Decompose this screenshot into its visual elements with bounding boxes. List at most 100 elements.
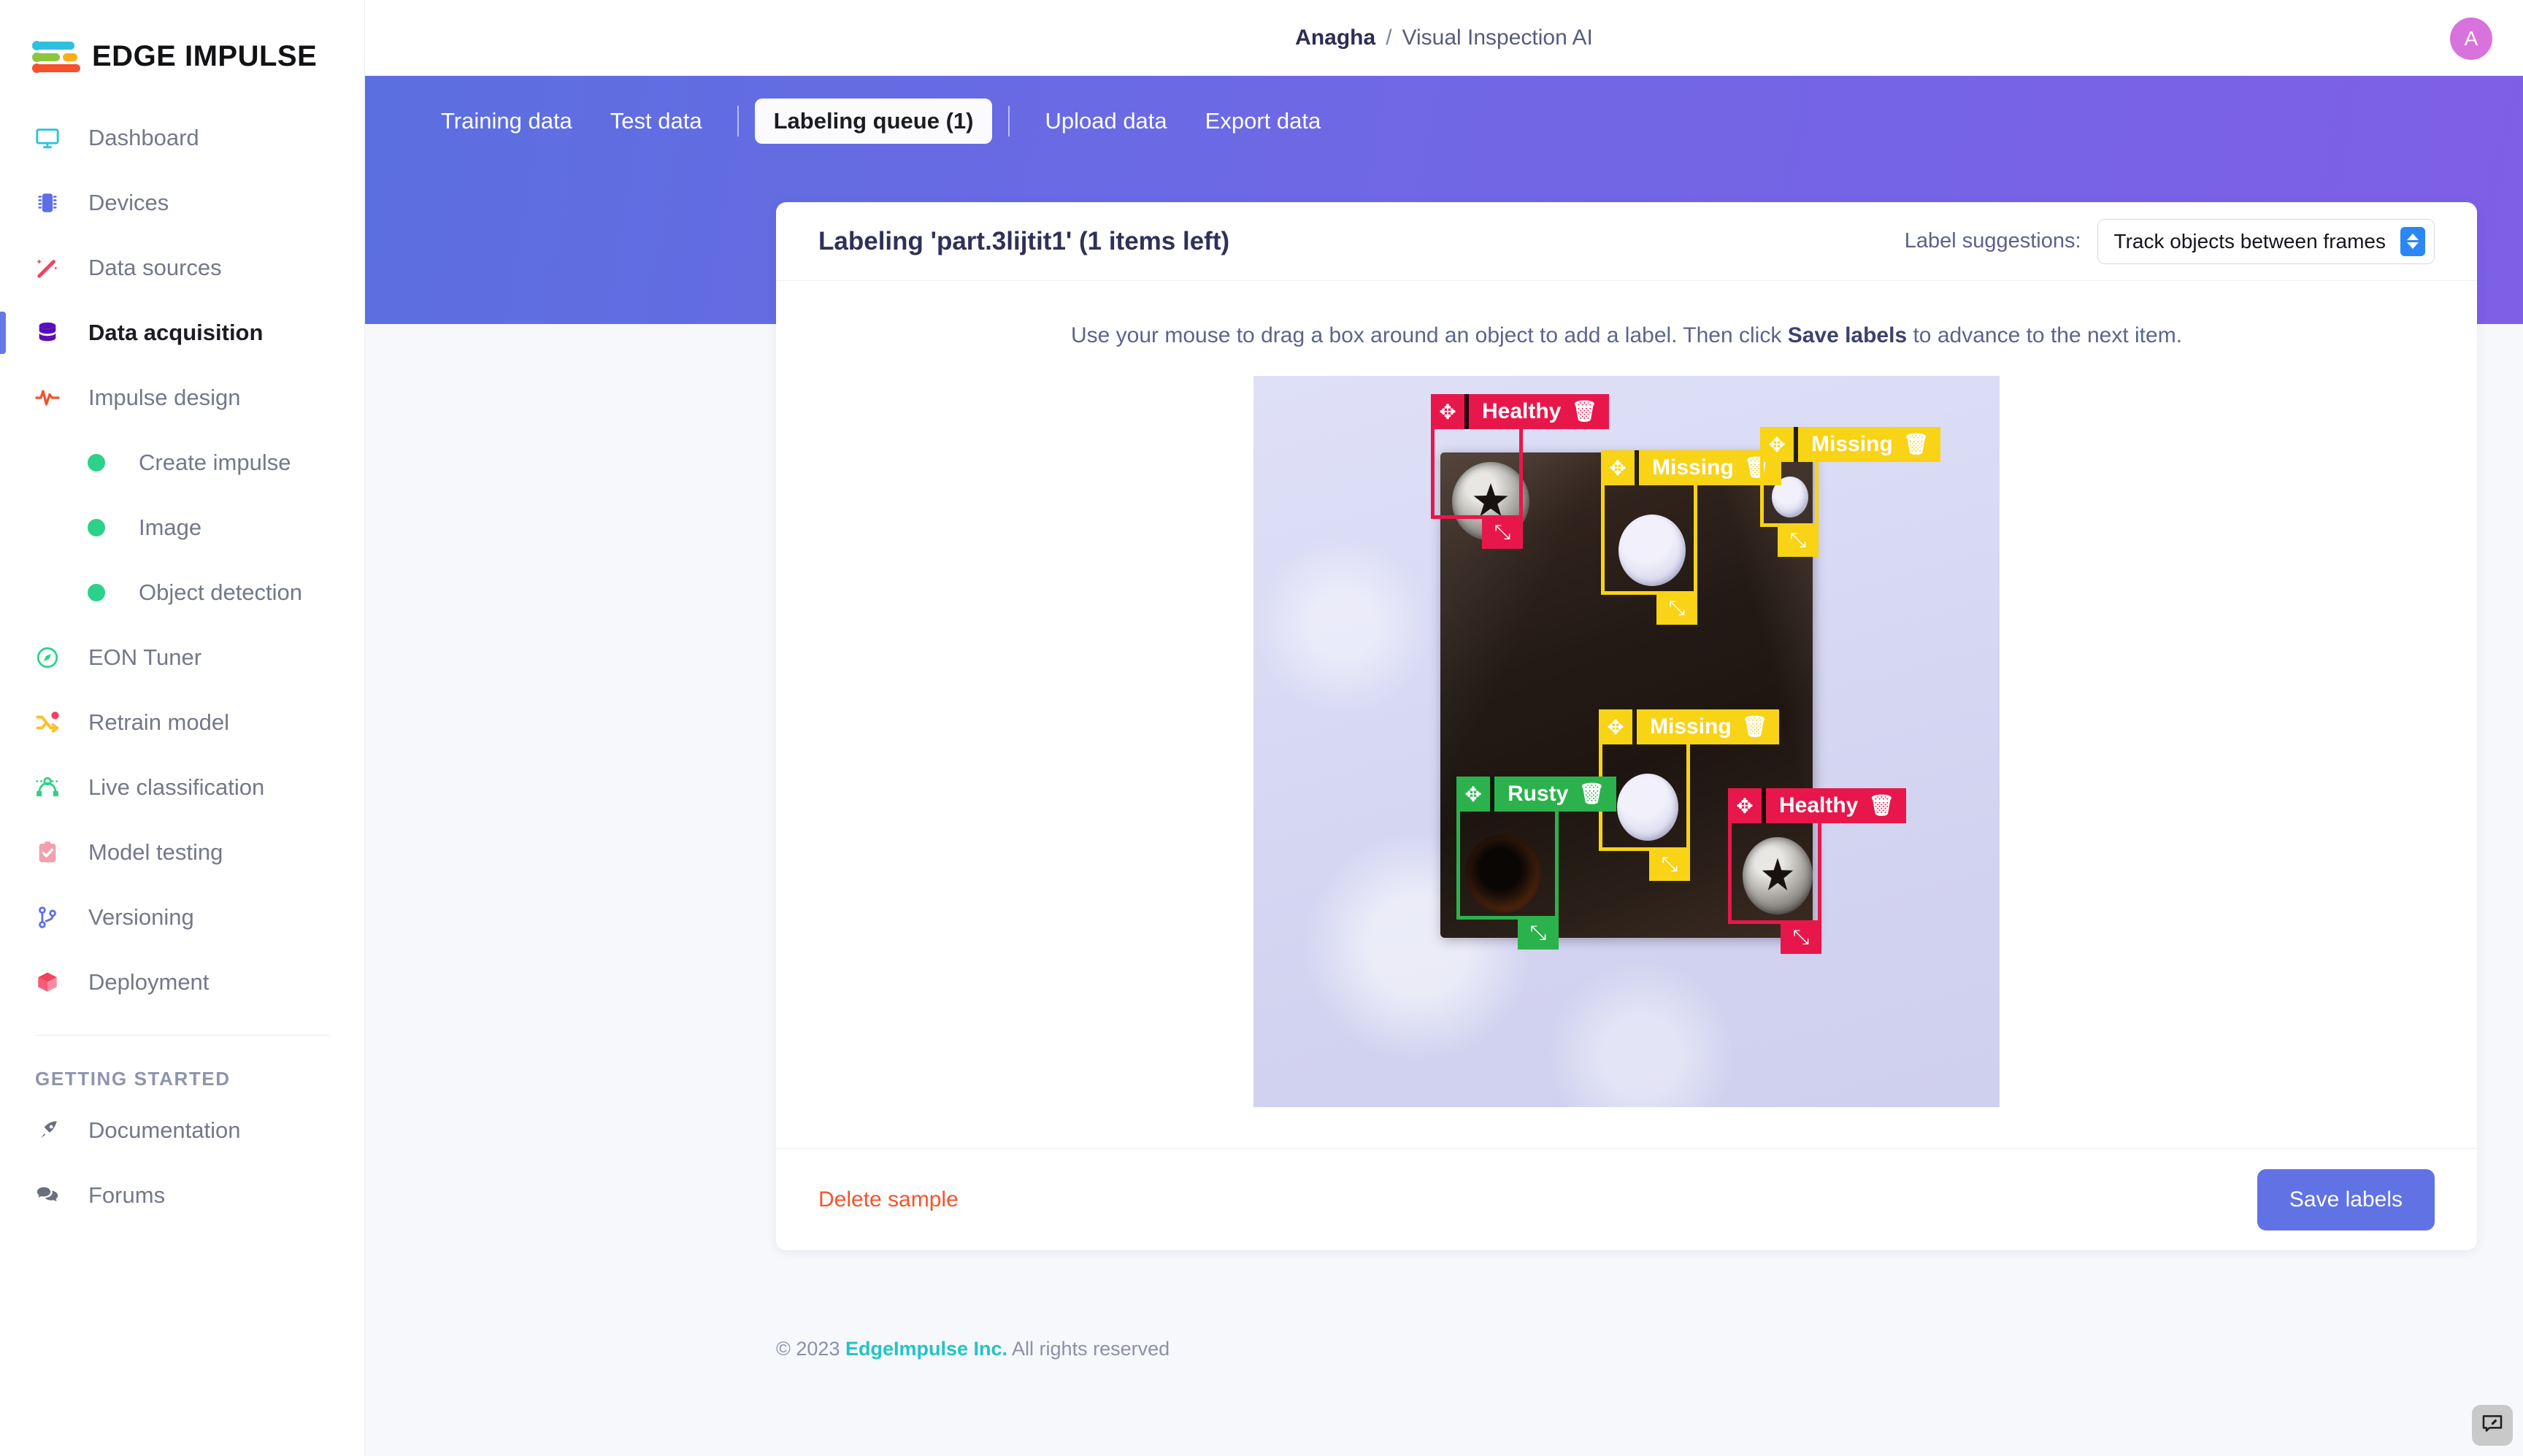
pulse-icon: [32, 382, 63, 413]
sidebar-item-devices[interactable]: Devices: [0, 170, 364, 235]
bounding-box[interactable]: ✥ Healthy 🗑 ⤡: [1431, 394, 1609, 549]
feedback-button[interactable]: [2472, 1405, 2513, 1446]
magic-wand-icon: [32, 253, 63, 283]
resize-diagonal-icon[interactable]: ⤡: [1518, 916, 1559, 950]
resize-diagonal-icon[interactable]: ⤡: [1656, 591, 1697, 625]
copyright-prefix: © 2023: [776, 1338, 845, 1360]
edge-impulse-logo-icon: [32, 39, 80, 73]
save-labels-button[interactable]: Save labels: [2257, 1168, 2435, 1230]
breadcrumb: Anagha / Visual Inspection AI: [1295, 26, 1593, 50]
tab-upload-data[interactable]: Upload data: [1026, 99, 1186, 144]
sidebar-item-label: Documentation: [88, 1117, 241, 1143]
sidebar-item-object-detection[interactable]: Object detection: [0, 560, 364, 625]
resize-diagonal-icon[interactable]: ⤡: [1482, 515, 1523, 549]
bounding-box-name: Missing 🗑: [1637, 709, 1779, 744]
label-suggestions-label: Label suggestions:: [1904, 229, 2081, 253]
chat-icon: [32, 1180, 63, 1211]
bounding-box[interactable]: ✥ Healthy 🗑 ⤡: [1728, 788, 1906, 954]
sidebar-section-title: GETTING STARTED: [35, 1068, 231, 1090]
sidebar-item-dashboard[interactable]: Dashboard: [0, 105, 364, 170]
sidebar-item-label: Versioning: [88, 904, 194, 930]
tab-export-data[interactable]: Export data: [1186, 99, 1340, 144]
move-arrows-icon[interactable]: ✥: [1601, 450, 1635, 485]
trash-icon[interactable]: 🗑: [1742, 717, 1768, 737]
sidebar-item-label: Forums: [88, 1182, 166, 1208]
label-suggestions-group: Label suggestions: Track objects between…: [1904, 218, 2435, 264]
trash-icon[interactable]: 🗑: [1903, 434, 1929, 455]
top-bar: Anagha / Visual Inspection AI A: [365, 0, 2523, 76]
sidebar-item-retrain-model[interactable]: Retrain model: [0, 690, 364, 755]
sidebar-item-versioning[interactable]: Versioning: [0, 885, 364, 950]
trash-icon[interactable]: 🗑: [1578, 784, 1605, 804]
bounding-box-label: ✥ Missing 🗑: [1760, 427, 1941, 462]
trash-icon[interactable]: 🗑: [1868, 796, 1894, 816]
clipboard-check-icon: [32, 837, 63, 868]
green-dot-icon: [88, 583, 105, 601]
bounding-box[interactable]: ✥ Rusty 🗑 ⤡: [1456, 777, 1616, 950]
bounding-box-name: Healthy 🗑: [1469, 394, 1609, 429]
nodes-icon: [32, 772, 63, 803]
resize-diagonal-icon[interactable]: ⤡: [1781, 920, 1821, 954]
trash-icon[interactable]: 🗑: [1571, 401, 1597, 422]
sidebar-item-image[interactable]: Image: [0, 495, 364, 560]
compass-icon: [32, 642, 63, 673]
breadcrumb-org[interactable]: Anagha: [1295, 26, 1375, 50]
sidebar-subitem-label: Create impulse: [139, 449, 291, 475]
sidebar-item-create-impulse[interactable]: Create impulse: [0, 430, 364, 495]
move-arrows-icon[interactable]: ✥: [1456, 777, 1490, 812]
company-name: EdgeImpulse Inc.: [845, 1338, 1008, 1360]
sidebar-item-live-classification[interactable]: Live classification: [0, 755, 364, 820]
bounding-box-label: ✥ Missing 🗑: [1601, 450, 1782, 485]
feedback-pencil-icon: [2481, 1412, 2504, 1439]
bounding-box-label: ✥ Healthy 🗑: [1728, 788, 1906, 823]
move-arrows-icon[interactable]: ✥: [1431, 394, 1464, 429]
resize-diagonal-icon[interactable]: ⤡: [1778, 523, 1819, 557]
bounding-box[interactable]: ✥ Missing 🗑 ⤡: [1601, 450, 1782, 625]
bounding-box-label: ✥ Missing 🗑: [1599, 709, 1780, 744]
sidebar-item-eon-tuner[interactable]: EON Tuner: [0, 625, 364, 690]
bounding-box-label: ✥ Rusty 🗑: [1456, 777, 1616, 812]
sidebar: EDGE IMPULSE Dashboard Devices Data sour: [0, 0, 365, 1456]
tab-test-data[interactable]: Test data: [591, 99, 721, 144]
git-branch-icon: [32, 902, 63, 933]
sidebar-item-deployment[interactable]: Deployment: [0, 950, 364, 1014]
brand-name: EDGE IMPULSE: [92, 39, 318, 72]
sidebar-item-label: Data acquisition: [88, 319, 264, 345]
label-text: Healthy: [1779, 793, 1859, 817]
copyright-suffix: All rights reserved: [1007, 1338, 1170, 1360]
monitor-icon: [32, 123, 63, 153]
label-suggestions-select[interactable]: Track objects between frames: [2097, 218, 2435, 264]
sidebar-item-data-sources[interactable]: Data sources: [0, 235, 364, 300]
sidebar-item-forums[interactable]: Forums: [0, 1163, 364, 1228]
breadcrumb-project[interactable]: Visual Inspection AI: [1402, 26, 1593, 50]
move-arrows-icon[interactable]: ✥: [1728, 788, 1762, 823]
sample-image[interactable]: ✥ Healthy 🗑 ⤡ ✥ Missing 🗑 ⤡ ✥ Missing 🗑 …: [1253, 376, 2000, 1107]
sidebar-nav: Dashboard Devices Data sources Data acqu…: [0, 105, 364, 1228]
sidebar-item-data-acquisition[interactable]: Data acquisition: [0, 300, 364, 365]
avatar[interactable]: A: [2450, 18, 2492, 60]
page-title: Labeling 'part.3lijtit1' (1 items left): [818, 226, 1230, 255]
bounding-box-name: Healthy 🗑: [1766, 788, 1906, 823]
sidebar-item-model-testing[interactable]: Model testing: [0, 820, 364, 885]
sidebar-item-label: Dashboard: [88, 124, 199, 150]
move-arrows-icon[interactable]: ✥: [1599, 709, 1632, 744]
sidebar-item-documentation[interactable]: Documentation: [0, 1098, 364, 1163]
green-dot-icon: [88, 453, 105, 471]
resize-diagonal-icon[interactable]: ⤡: [1649, 847, 1690, 881]
bounding-box-name: Rusty 🗑: [1494, 777, 1616, 812]
tab-training-data[interactable]: Training data: [422, 99, 591, 144]
label-text: Missing: [1650, 714, 1732, 739]
move-arrows-icon[interactable]: ✥: [1760, 427, 1794, 462]
bounding-box[interactable]: ✥ Missing 🗑 ⤡: [1760, 427, 1941, 557]
sidebar-item-label: Impulse design: [88, 384, 241, 410]
sidebar-item-label: Model testing: [88, 839, 223, 865]
shuffle-icon: [32, 707, 63, 738]
main-content: Anagha / Visual Inspection AI A Training d…: [365, 0, 2523, 1456]
label-text: Missing: [1811, 432, 1893, 456]
delete-sample-button[interactable]: Delete sample: [818, 1187, 959, 1212]
tab-labeling-queue[interactable]: Labeling queue (1): [754, 99, 993, 144]
sidebar-subitem-label: Image: [139, 514, 202, 540]
sidebar-item-impulse-design[interactable]: Impulse design: [0, 365, 364, 430]
brand-logo[interactable]: EDGE IMPULSE: [0, 0, 364, 82]
rocket-icon: [32, 1115, 63, 1146]
